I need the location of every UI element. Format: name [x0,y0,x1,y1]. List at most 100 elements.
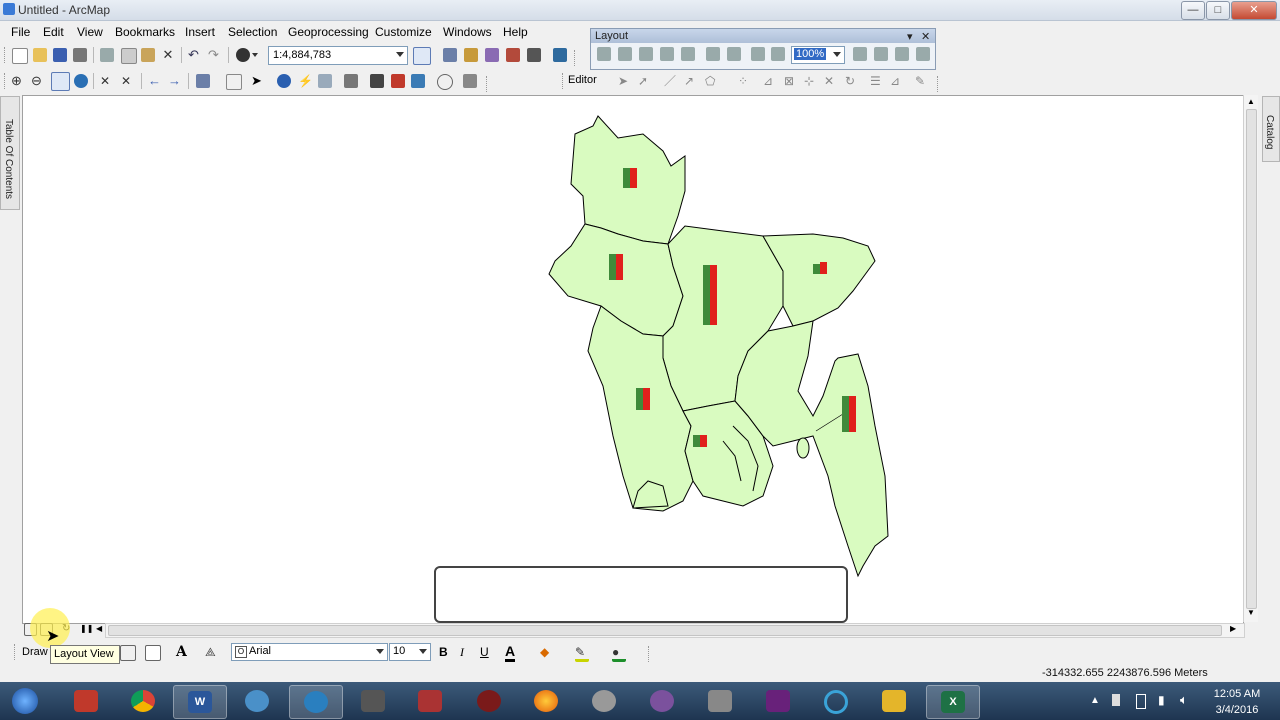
menu-insert[interactable]: Insert [185,25,215,39]
close-icon[interactable]: ✕ [921,30,930,43]
zoom-in-icon[interactable]: ⊕ [11,74,25,88]
fixed-zoom-in-icon[interactable]: ✕ [100,74,114,88]
menu-help[interactable]: Help [503,25,528,39]
zoom-out-layout-icon[interactable] [618,47,632,61]
save-icon[interactable] [53,48,67,62]
copy-icon[interactable] [121,48,137,64]
rotate-icon-2[interactable]: ↻ [845,74,859,88]
volume-icon[interactable]: 🔈︎ [1180,692,1188,708]
reshape-icon[interactable]: ⊿ [763,74,777,88]
select-features-icon[interactable] [196,74,210,88]
identify-icon[interactable] [277,74,291,88]
menu-edit[interactable]: Edit [43,25,64,39]
flag-icon[interactable] [1112,694,1120,706]
go-to-xy-icon[interactable] [411,74,425,88]
menu-geoprocessing[interactable]: Geoprocessing [288,25,369,39]
rectangle-icon[interactable] [145,645,161,661]
taskbar-excel[interactable]: X [926,685,980,719]
change-layout-icon[interactable] [895,47,909,61]
text-box-element[interactable] [434,566,848,623]
new-data-frame-icon[interactable] [120,645,136,661]
taskbar-app-1[interactable] [60,685,112,717]
taskbar-firefox[interactable] [520,685,572,717]
cut-icon[interactable] [100,48,114,62]
toolbar-grip[interactable] [4,47,8,63]
menu-view[interactable]: View [77,25,103,39]
edit-tool-icon[interactable]: ➤ [618,74,632,88]
select-elements-icon[interactable]: ➤ [251,74,265,88]
focus-data-frame-icon[interactable] [874,47,888,61]
layout-page[interactable] [22,95,1244,624]
previous-extent-layout-icon[interactable] [751,47,765,61]
undo-icon[interactable]: ↶ [188,48,202,62]
taskbar-visual-studio[interactable] [752,685,804,717]
straight-segment-icon[interactable]: ／ [664,74,678,88]
battery-icon[interactable] [1136,694,1146,709]
text-tool-icon[interactable]: A [176,644,187,660]
taskbar-settings[interactable] [578,685,630,717]
font-color-button[interactable]: A [505,643,516,662]
map-scale-combobox[interactable]: 1:4,884,783 [268,46,408,65]
taskbar-pen[interactable] [404,685,456,717]
python-window-icon[interactable] [527,48,541,62]
close-button[interactable]: ✕ [1231,1,1277,20]
underline-button[interactable]: U [480,645,489,659]
create-viewer-icon[interactable] [463,74,477,88]
start-button[interactable] [2,685,54,717]
show-hidden-icons[interactable]: ▲ [1090,695,1100,706]
taskbar-word[interactable]: W [173,685,227,719]
data-driven-pages-icon[interactable] [916,47,930,61]
pause-icon[interactable]: ❚❚ [80,623,94,637]
minimize-button[interactable]: — [1181,1,1205,20]
menu-customize[interactable]: Customize [375,25,432,39]
measure-icon[interactable] [344,74,358,88]
snapping-icon[interactable]: ⁘ [738,74,752,88]
redo-icon[interactable]: ↷ [208,48,222,62]
fixed-zoom-in-layout-icon[interactable] [706,47,720,61]
cut-polygon-icon[interactable]: ⊠ [784,74,798,88]
zoom-100-icon[interactable] [681,47,695,61]
open-folder-icon[interactable] [33,48,47,62]
find-icon[interactable] [370,74,384,88]
html-popup-icon[interactable] [318,74,332,88]
marker-color-icon[interactable]: ● [612,645,626,662]
scroll-up-icon[interactable]: ▲ [1247,97,1255,106]
editor-toolbar-icon[interactable] [413,47,431,65]
scroll-down-icon[interactable]: ▼ [1247,608,1255,617]
construction-icon[interactable]: ⬠ [705,74,719,88]
horizontal-scrollbar[interactable]: ▶ [105,623,1245,638]
italic-button[interactable]: I [460,645,464,660]
vertical-scrollbar[interactable]: ▲ ▼ [1243,95,1258,622]
model-builder-icon[interactable] [553,48,567,62]
taskbar-pencil[interactable] [868,685,920,717]
pan-icon[interactable] [51,72,70,91]
fixed-zoom-out-icon[interactable]: ✕ [121,74,135,88]
next-extent-layout-icon[interactable] [771,47,785,61]
zoom-in-layout-icon[interactable] [597,47,611,61]
menu-selection[interactable]: Selection [228,25,277,39]
line-tool-icon[interactable]: ↗ [684,74,698,88]
taskbar-viber[interactable] [636,685,688,717]
taskbar-arcmap[interactable] [289,685,343,719]
layout-toolbar-header[interactable]: Layout ▾ ✕ [591,29,935,43]
bold-button[interactable]: B [439,645,448,659]
chevron-down-icon[interactable]: ▾ [907,30,913,43]
menu-windows[interactable]: Windows [443,25,492,39]
add-data-icon[interactable] [236,48,250,62]
zoom-out-icon[interactable]: ⊖ [31,74,45,88]
menu-file[interactable]: File [11,25,30,39]
toggle-draft-mode-icon[interactable] [853,47,867,61]
font-combobox[interactable]: O Arial [231,643,388,661]
horizontal-scroll-thumb[interactable] [108,625,1222,636]
network-icon[interactable]: ▮ [1158,693,1165,707]
full-extent-icon[interactable] [74,74,88,88]
split-icon[interactable]: ⊹ [804,74,818,88]
hyperlink-icon[interactable]: ⚡ [298,74,313,88]
system-clock[interactable]: 12:05 AM 3/4/2016 [1207,686,1267,718]
print-icon[interactable] [73,48,87,62]
sketch-properties-icon[interactable]: ⊿ [890,74,904,88]
editor-menu[interactable]: Editor [568,74,597,86]
add-data-dropdown-icon[interactable] [252,53,258,57]
line-color-icon[interactable]: ✎ [575,645,589,662]
table-of-contents-icon[interactable] [443,48,457,62]
